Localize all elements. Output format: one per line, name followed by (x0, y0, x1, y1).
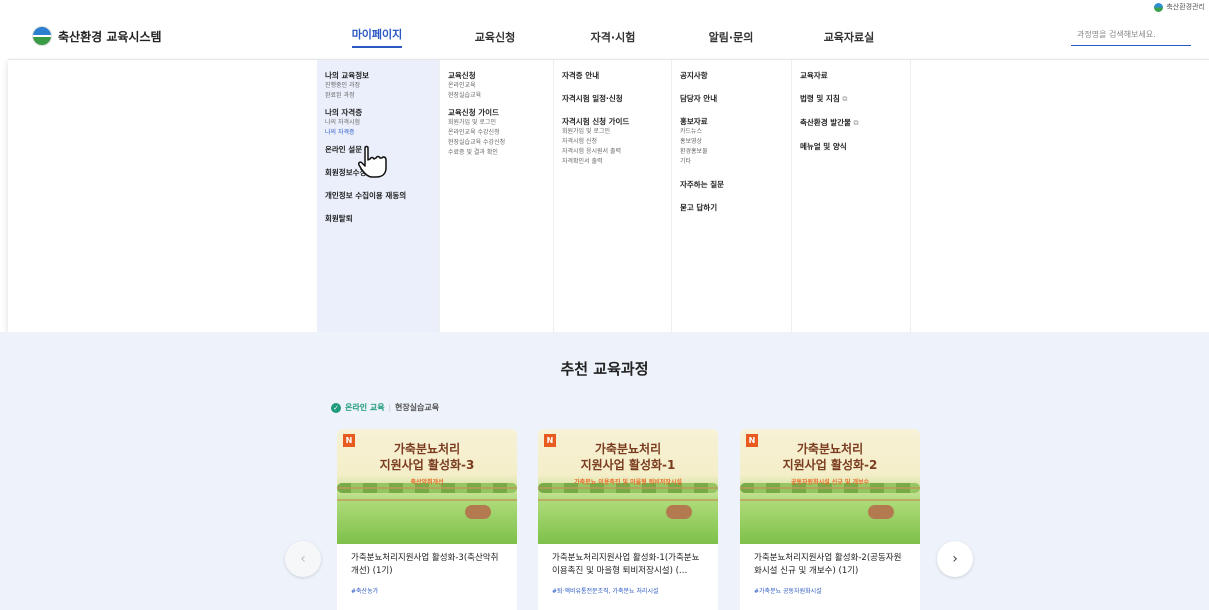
menu-manuals[interactable]: 메뉴얼 및 양식 (800, 141, 902, 152)
menu-promo[interactable]: 홍보자료 (680, 116, 783, 127)
course-name[interactable]: 가축분뇨처리지원사업 활성화-3(축산악취개선) (1기) (337, 544, 517, 580)
thumb-subtitle: 가축분뇨 이용촉진 및 마을형 퇴비저장시설 (574, 479, 682, 486)
main-nav: 마이페이지 교육신청 자격·시험 알림·문의 교육자료실 (318, 14, 908, 59)
nav-exam[interactable]: 자격·시험 (554, 14, 672, 59)
menu-field-enroll[interactable]: 현장실습교육 수강신청 (448, 138, 545, 148)
thumb-title: 가축분뇨처리 지원사업 활성화-2 (782, 442, 878, 472)
thumb-title: 가축분뇨처리 지원사업 활성화-1 (580, 442, 676, 472)
course-thumbnail: N 가축분뇨처리 지원사업 활성화-3 축산악취개선 (337, 429, 517, 544)
menu-completed[interactable]: 완료된 과정 (325, 91, 431, 101)
menu-cert-info[interactable]: 자격증 안내 (562, 70, 663, 81)
tab-field[interactable]: 현장실습교육 (395, 402, 439, 413)
thumb-cow (868, 505, 894, 519)
check-circle-icon: ✓ (331, 402, 341, 413)
menu-field-edu[interactable]: 현장실습교육 (448, 91, 545, 101)
menu-withdraw[interactable]: 회원탈퇴 (325, 213, 431, 224)
carousel-next-button[interactable]: › (937, 541, 973, 577)
course-name[interactable]: 가축분뇨처리지원사업 활성화-1(가축분뇨이용촉진 및 마을형 퇴비저장시설) … (538, 544, 718, 580)
menu-card-news[interactable]: 카드뉴스 (680, 127, 783, 137)
menu-online-edu[interactable]: 온라인교육 (448, 81, 545, 91)
menu-my-cert-sub[interactable]: 나의 자격증 (325, 128, 431, 138)
menu-env-promo[interactable]: 환경홍보물 (680, 147, 783, 157)
tab-separator: | (388, 403, 391, 412)
menu-apply-guide[interactable]: 교육신청 가이드 (448, 107, 545, 118)
site-logo[interactable]: 축산환경 교육시스템 (32, 26, 162, 46)
thumb-cow (666, 505, 692, 519)
menu-exam-schedule[interactable]: 자격시험 일정·신청 (562, 93, 663, 104)
menu-col-exam: 자격증 안내 자격시험 일정·신청 자격시험 신청 가이드 회원가입 및 로그인… (553, 60, 671, 333)
menu-join-login[interactable]: 회원가입 및 로그인 (448, 118, 545, 128)
logo-mini-icon (1154, 2, 1164, 12)
menu-faq[interactable]: 자주하는 질문 (680, 179, 783, 190)
external-link-icon: ⧉ (853, 119, 859, 127)
mega-menu: 나의 교육정보 진행중인 과정 완료된 과정 나의 자격증 나의 자격시험 나의… (8, 59, 1209, 333)
menu-exam-join-login[interactable]: 회원가입 및 로그인 (562, 127, 663, 137)
header: 축산환경 교육시스템 마이페이지 교육신청 자격·시험 알림·문의 교육자료실 … (0, 14, 1209, 59)
course-tags: #축산농가 (351, 588, 379, 595)
menu-notices[interactable]: 공지사항 (680, 70, 783, 81)
menu-online-enroll[interactable]: 온라인교육 수강신청 (448, 128, 545, 138)
recommend-title: 추천 교육과정 (560, 360, 649, 378)
thumb-subtitle: 축산악취개선 (410, 479, 444, 486)
menu-cert-confirm-print[interactable]: 자격확인서 출력 (562, 157, 663, 167)
menu-qna[interactable]: 묻고 답하기 (680, 202, 783, 213)
thumb-fence (740, 487, 920, 501)
menu-etc[interactable]: 기타 (680, 157, 783, 167)
menu-privacy-reconsent[interactable]: 개인정보 수집이용 재동의 (325, 190, 431, 201)
utility-bar: 축산환경관리 (1154, 0, 1205, 14)
course-tags: #퇴·액비유통전문조직, 가축분뇨 처리시설 (552, 588, 659, 595)
menu-promo-video[interactable]: 홍보영상 (680, 137, 783, 147)
search-input[interactable]: 과정명을 검색해보세요. (1071, 26, 1191, 46)
course-card[interactable]: N 가축분뇨처리 지원사업 활성화-3 축산악취개선 가축분뇨처리지원사업 활성화… (337, 429, 517, 610)
nav-apply[interactable]: 교육신청 (436, 14, 554, 59)
logo-icon (32, 26, 52, 46)
course-thumbnail: N 가축분뇨처리 지원사업 활성화-2 공동자원화시설 신규 및 개보수 (740, 429, 920, 544)
menu-contacts[interactable]: 담당자 안내 (680, 93, 783, 104)
hand-pointer-cursor-icon (358, 145, 387, 178)
carousel-prev-button[interactable]: ‹ (285, 541, 321, 577)
recommend-tabs: ✓ 온라인 교육 | 현장실습교육 (331, 402, 439, 413)
course-name[interactable]: 가축분뇨처리지원사업 활성화-2(공동자원화시설 신규 및 개보수) (1기) (740, 544, 920, 580)
menu-col-mypage: 나의 교육정보 진행중인 과정 완료된 과정 나의 자격증 나의 자격시험 나의… (317, 60, 439, 333)
recommend-section: 추천 교육과정 ✓ 온라인 교육 | 현장실습교육 ‹ N 가축분뇨처리 지원사업… (0, 332, 1209, 610)
tab-online[interactable]: 온라인 교육 (345, 402, 385, 413)
nav-notice[interactable]: 알림·문의 (672, 14, 790, 59)
course-thumbnail: N 가축분뇨처리 지원사업 활성화-1 가축분뇨 이용촉진 및 마을형 퇴비저장시… (538, 429, 718, 544)
nav-mypage[interactable]: 마이페이지 (318, 14, 436, 59)
thumb-title: 가축분뇨처리 지원사업 활성화-3 (379, 442, 475, 472)
menu-cert-result[interactable]: 수료증 및 결과 확인 (448, 148, 545, 158)
menu-in-progress[interactable]: 진행중인 과정 (325, 81, 431, 91)
menu-apply[interactable]: 교육신청 (448, 70, 545, 81)
logo-text: 축산환경 교육시스템 (58, 29, 162, 44)
course-card[interactable]: N 가축분뇨처리 지원사업 활성화-1 가축분뇨 이용촉진 및 마을형 퇴비저장시… (538, 429, 718, 610)
menu-my-education[interactable]: 나의 교육정보 (325, 70, 431, 81)
thumb-cow (465, 505, 491, 519)
menu-publications[interactable]: 축산환경 발간물 ⧉ (800, 117, 902, 129)
menu-edu-material[interactable]: 교육자료 (800, 70, 902, 81)
nav-library[interactable]: 교육자료실 (790, 14, 908, 59)
course-card[interactable]: N 가축분뇨처리 지원사업 활성화-2 공동자원화시설 신규 및 개보수 가축분뇨… (740, 429, 920, 610)
menu-my-cert[interactable]: 나의 자격증 (325, 107, 431, 118)
thumb-fence (538, 487, 718, 501)
thumb-fence (337, 487, 517, 501)
menu-exam-apply[interactable]: 자격시험 신청 (562, 137, 663, 147)
external-link-icon: ⧉ (842, 95, 848, 103)
menu-exam-guide[interactable]: 자격시험 신청 가이드 (562, 116, 663, 127)
course-tags: #가축분뇨 공동자원화시설 (754, 588, 822, 595)
menu-laws[interactable]: 법령 및 지침 ⧉ (800, 93, 902, 105)
menu-col-library: 교육자료 법령 및 지침 ⧉ 축산환경 발간물 ⧉ 메뉴얼 및 양식 (791, 60, 911, 333)
utility-label[interactable]: 축산환경관리 (1166, 2, 1205, 12)
thumb-subtitle: 공동자원화시설 신규 및 개보수 (790, 479, 870, 486)
menu-my-exam[interactable]: 나의 자격시험 (325, 118, 431, 128)
menu-col-apply: 교육신청 온라인교육 현장실습교육 교육신청 가이드 회원가입 및 로그인 온라… (439, 60, 553, 333)
menu-exam-print[interactable]: 자격시험 응시원서 출력 (562, 147, 663, 157)
menu-col-notice: 공지사항 담당자 안내 홍보자료 카드뉴스 홍보영상 환경홍보물 기타 자주하는… (671, 60, 791, 333)
